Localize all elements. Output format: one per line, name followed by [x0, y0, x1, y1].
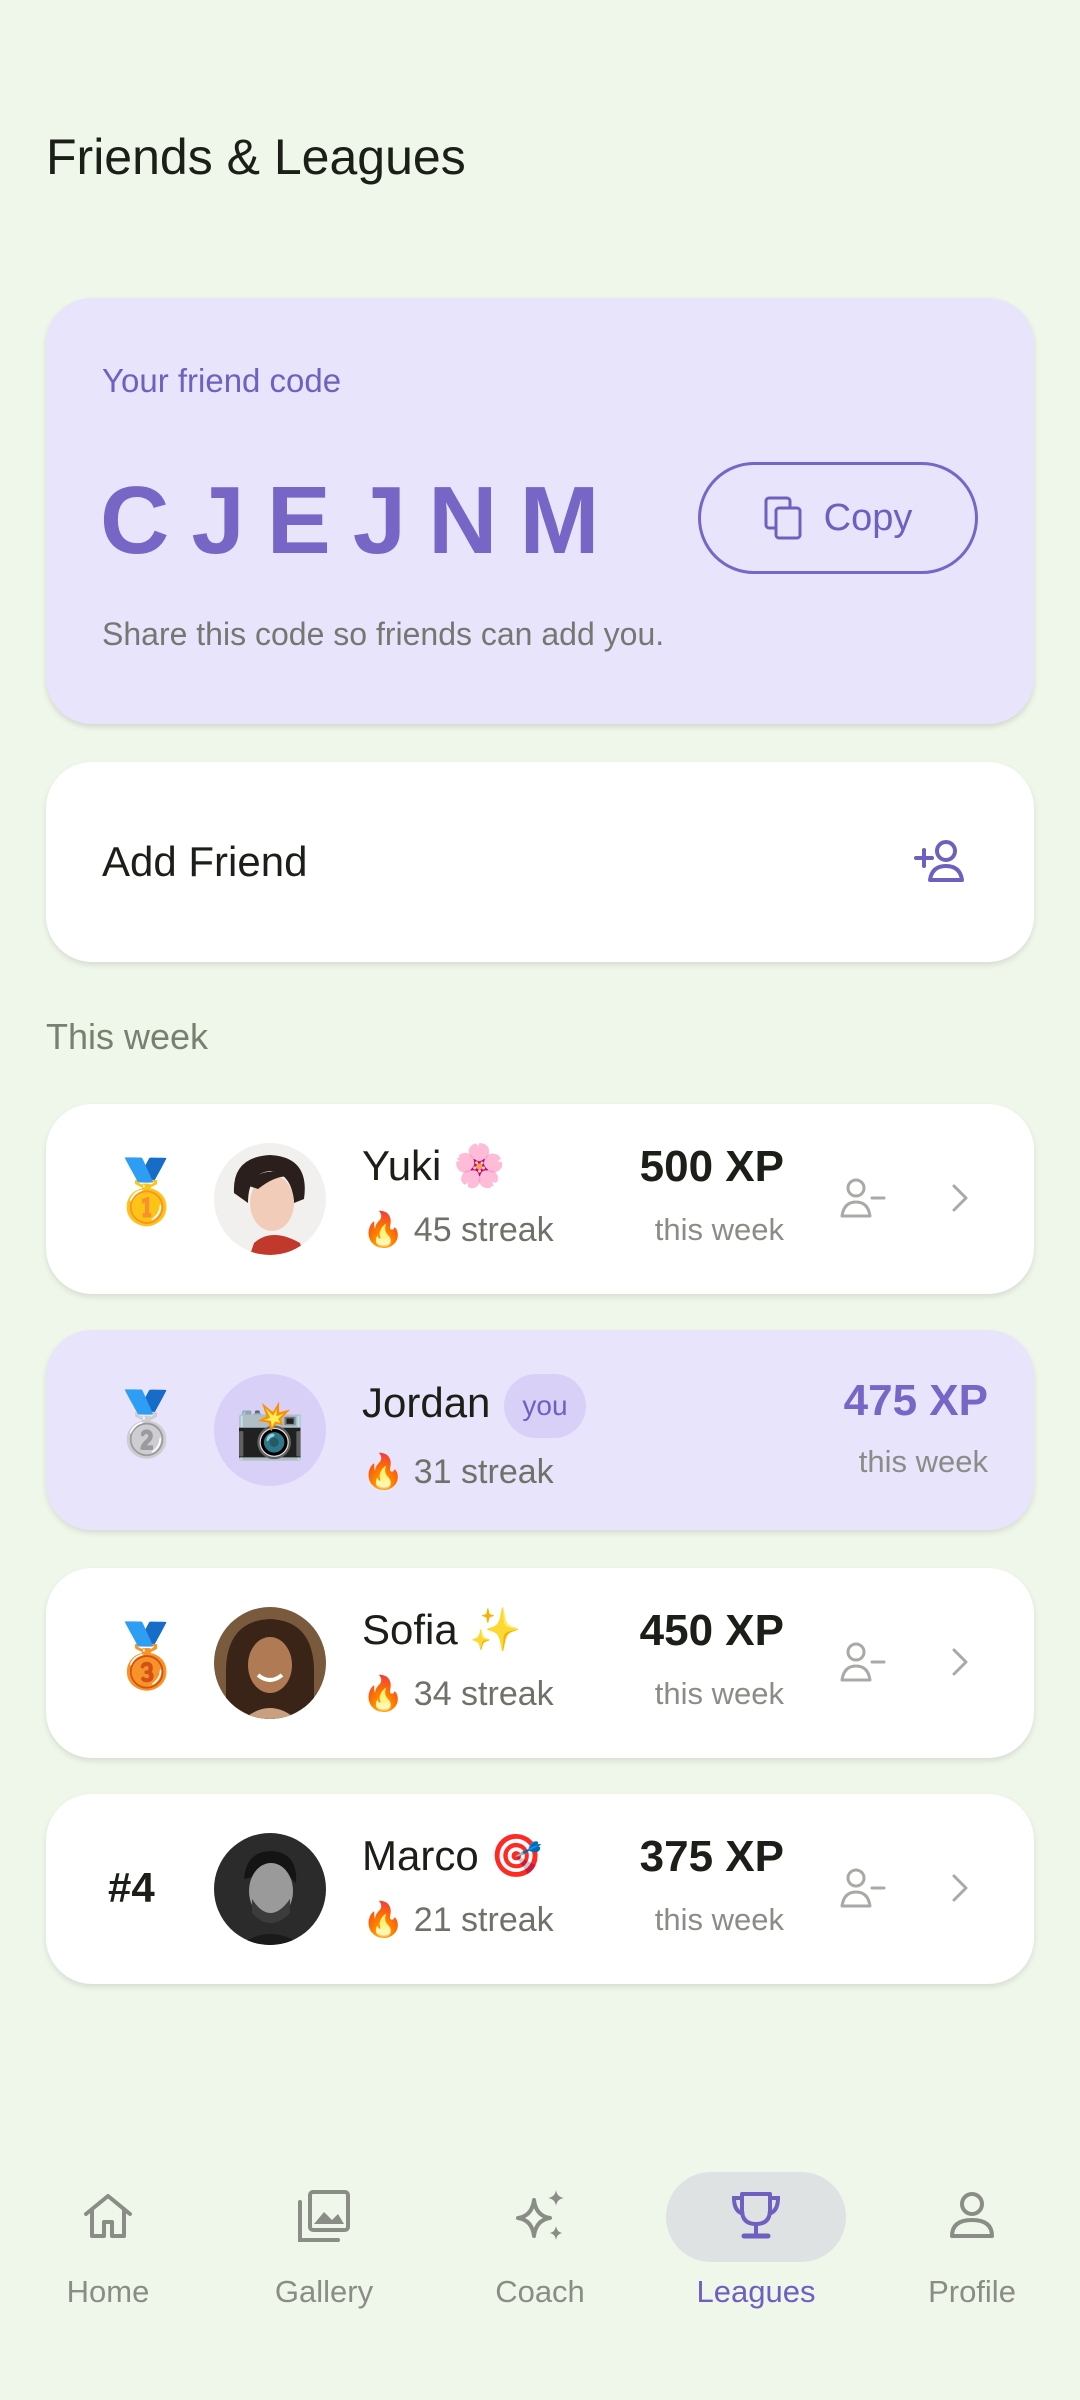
friend-code-hint: Share this code so friends can add you. [102, 616, 665, 652]
leaderboard-row-jordan[interactable]: 🥈 📸 Jordan you 🔥 31 streak 475 XP this we… [46, 1330, 1034, 1530]
friend-name: Marco 🎯 [362, 1832, 543, 1879]
nav-item-coach[interactable]: Coach [432, 2150, 648, 2400]
copy-button-label: Copy [823, 496, 913, 539]
chevron-right-icon[interactable] [950, 1870, 972, 1906]
person-add-icon [914, 840, 964, 882]
page-title: Friends & Leagues [46, 129, 466, 185]
friend-name: Yuki 🌸 [362, 1142, 506, 1189]
xp-period: this week [654, 1902, 784, 1937]
xp-value: 475 XP [843, 1376, 988, 1425]
streak-count: 🔥 45 streak [362, 1211, 554, 1249]
avatar-sofia [214, 1607, 326, 1719]
section-label-this-week: This week [46, 1016, 209, 1057]
home-icon [84, 2194, 132, 2238]
chevron-right-icon[interactable] [950, 1180, 972, 1216]
nav-item-leagues[interactable]: Leagues [648, 2150, 864, 2400]
xp-period: this week [654, 1212, 784, 1247]
leaderboard-row-sofia[interactable]: 🥉 Sofia ✨ 🔥 34 streak 450 XP this week [46, 1568, 1034, 1758]
friend-code-card: Your friend code CJEJNM Copy Share this … [46, 298, 1034, 724]
you-badge: you [504, 1374, 586, 1438]
remove-friend-icon[interactable] [838, 1176, 886, 1220]
remove-friend-icon[interactable] [838, 1640, 886, 1684]
nav-label: Coach [495, 2274, 585, 2309]
friend-code-value: CJEJNM [100, 467, 622, 574]
leaderboard-row-marco[interactable]: #4 Marco 🎯 🔥 21 streak 375 XP this week [46, 1794, 1034, 1984]
nav-label: Leagues [696, 2274, 816, 2309]
chevron-right-icon[interactable] [950, 1644, 972, 1680]
gold-medal-icon: 🥇 [108, 1158, 186, 1227]
copy-code-button[interactable]: Copy [698, 462, 978, 574]
avatar-marco [214, 1833, 326, 1945]
xp-period: this week [858, 1444, 988, 1479]
xp-value: 500 XP [639, 1142, 784, 1191]
rank-number: #4 [108, 1864, 155, 1911]
streak-count: 🔥 21 streak [362, 1901, 554, 1939]
add-friend-label: Add Friend [102, 838, 308, 885]
bronze-medal-icon: 🥉 [108, 1622, 186, 1691]
leaderboard-row-yuki[interactable]: 🥇 Yuki 🌸 🔥 45 streak 500 XP this week [46, 1104, 1034, 1294]
copy-icon [764, 496, 802, 540]
nav-item-profile[interactable]: Profile [864, 2150, 1080, 2400]
friend-code-label: Your friend code [102, 362, 342, 399]
sparkle-icon [516, 2190, 564, 2240]
add-friend-button[interactable]: Add Friend [46, 762, 1034, 962]
remove-friend-icon[interactable] [838, 1866, 886, 1910]
xp-value: 375 XP [639, 1832, 784, 1881]
avatar-yuki [214, 1143, 326, 1255]
friend-name: Jordan you [362, 1374, 586, 1438]
xp-value: 450 XP [639, 1606, 784, 1655]
trophy-icon [731, 2192, 781, 2239]
bottom-navigation: Home Gallery Coach Leagues Profile [0, 2150, 1080, 2400]
avatar-jordan: 📸 [214, 1374, 326, 1486]
streak-count: 🔥 31 streak [362, 1453, 554, 1491]
nav-label: Gallery [274, 2274, 374, 2309]
person-icon [950, 2192, 994, 2238]
gallery-icon [298, 2190, 350, 2242]
nav-item-home[interactable]: Home [0, 2150, 216, 2400]
nav-item-gallery[interactable]: Gallery [216, 2150, 432, 2400]
streak-count: 🔥 34 streak [362, 1675, 554, 1713]
silver-medal-icon: 🥈 [108, 1390, 186, 1459]
nav-label: Profile [928, 2274, 1016, 2309]
nav-label: Home [66, 2274, 150, 2309]
xp-period: this week [654, 1676, 784, 1711]
friend-name: Sofia ✨ [362, 1606, 522, 1653]
friend-name-text: Jordan [362, 1379, 491, 1427]
